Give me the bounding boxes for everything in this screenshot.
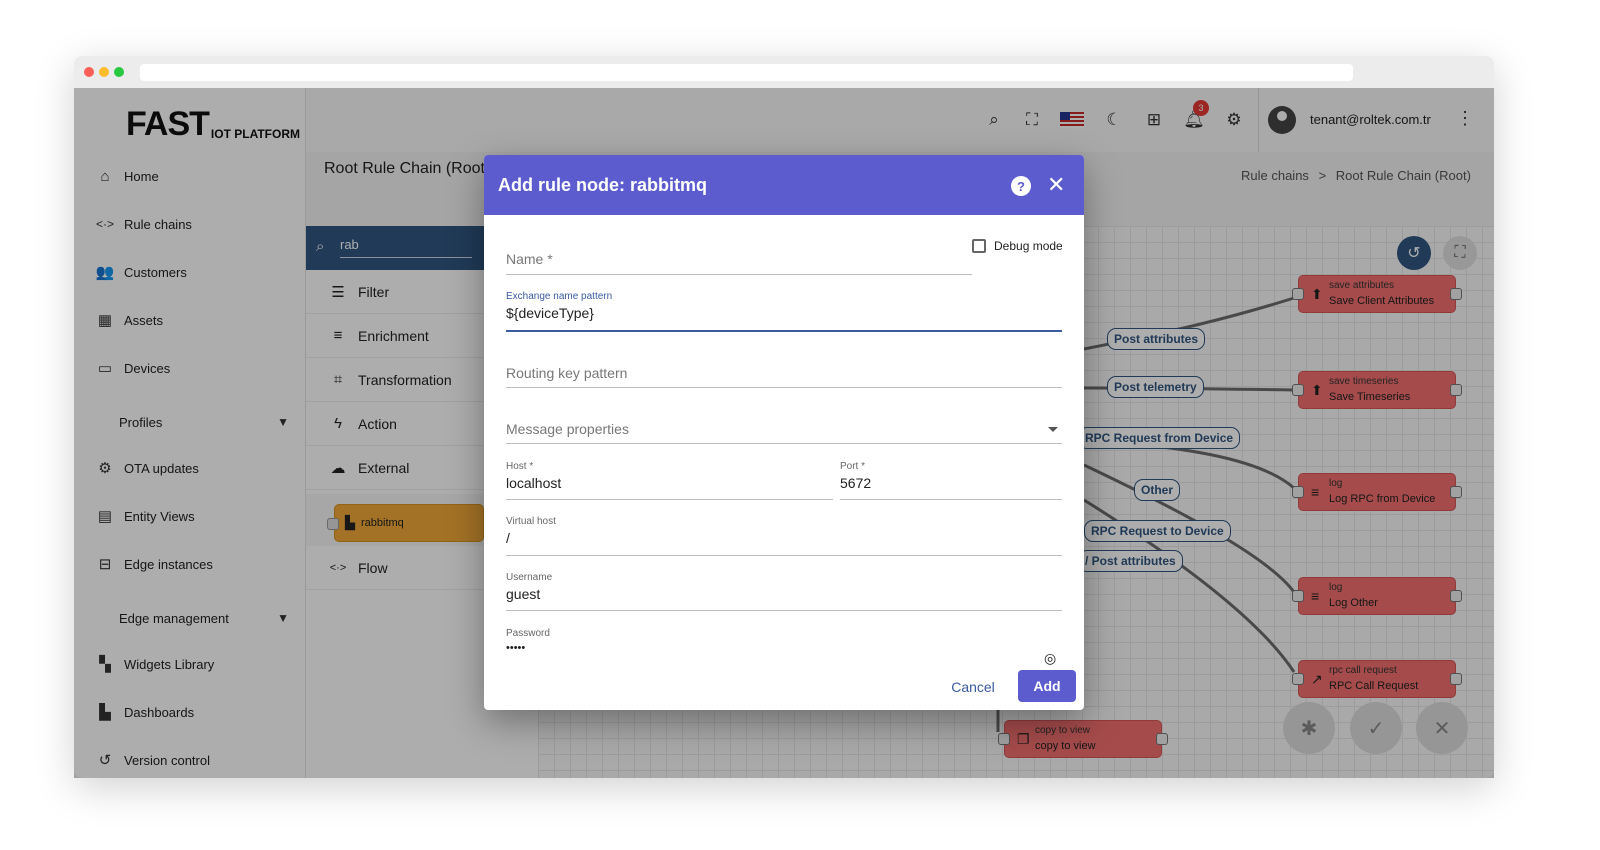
vhost-label: Virtual host (506, 516, 556, 527)
field-underline (506, 274, 972, 275)
host-label: Host * (506, 461, 534, 472)
host-value: localhost (506, 475, 562, 491)
password-field[interactable]: Password ••••• (506, 628, 1036, 662)
field-underline (506, 499, 833, 500)
cancel-button[interactable]: Cancel (947, 673, 999, 701)
virtual-host-field[interactable]: Virtual host / (506, 516, 1062, 556)
password-value: ••••• (506, 642, 526, 654)
username-field[interactable]: Username guest (506, 572, 1062, 611)
add-rule-node-dialog: Add rule node: rabbitmq ? ✕ Debug mode N… (484, 155, 1084, 710)
vhost-value: / (506, 530, 510, 546)
debug-mode-label: Debug mode (994, 239, 1063, 253)
dialog-header: Add rule node: rabbitmq ? ✕ (484, 155, 1084, 215)
username-value: guest (506, 586, 541, 602)
add-button[interactable]: Add (1018, 670, 1076, 702)
visibility-off-icon[interactable]: ◎ (1044, 650, 1056, 667)
host-field[interactable]: Host * localhost (506, 461, 833, 500)
dropdown-arrow-icon (1048, 427, 1058, 432)
message-properties-placeholder: Message properties (506, 421, 629, 437)
port-value: 5672 (840, 475, 872, 491)
routing-placeholder: Routing key pattern (506, 365, 628, 381)
routing-key-pattern-field[interactable]: Routing key pattern (506, 365, 1062, 388)
dialog-title: Add rule node: rabbitmq (498, 175, 707, 195)
exchange-value: ${deviceType} (506, 305, 594, 321)
exchange-label: Exchange name pattern (506, 291, 613, 302)
port-field[interactable]: Port * 5672 (840, 461, 1062, 500)
field-underline (506, 330, 1062, 332)
password-label: Password (506, 628, 550, 639)
message-properties-select[interactable]: Message properties (506, 421, 1062, 444)
port-label: Port * (840, 461, 866, 472)
field-underline (506, 610, 1062, 611)
checkbox-box[interactable] (972, 239, 986, 253)
name-field[interactable]: Name * (506, 251, 972, 275)
field-underline (506, 443, 1062, 444)
exchange-name-pattern-field[interactable]: Exchange name pattern ${deviceType} (506, 291, 1062, 332)
field-underline (506, 387, 1062, 388)
close-icon[interactable]: ✕ (1047, 173, 1065, 197)
help-icon[interactable]: ? (1011, 176, 1031, 196)
name-placeholder: Name * (506, 251, 553, 267)
field-underline (840, 499, 1062, 500)
debug-mode-checkbox[interactable]: Debug mode (972, 239, 1063, 253)
field-underline (506, 555, 1062, 556)
username-label: Username (506, 572, 553, 583)
